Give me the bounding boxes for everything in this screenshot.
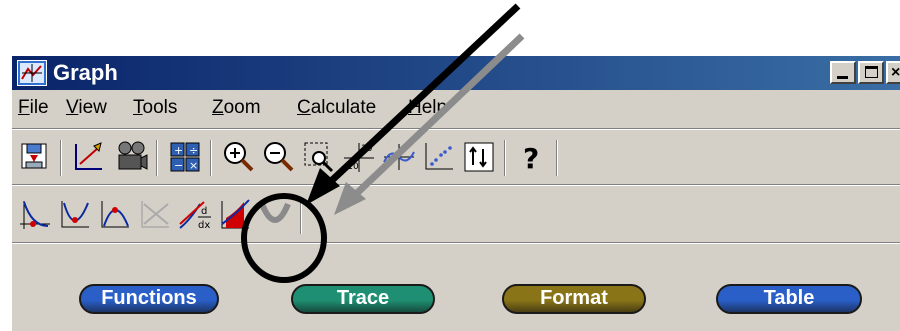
highlight-circle — [241, 193, 327, 283]
annotation-overlay — [241, 3, 525, 283]
gray-arrow-shaft — [352, 33, 525, 198]
black-arrow-shaft — [325, 3, 521, 187]
